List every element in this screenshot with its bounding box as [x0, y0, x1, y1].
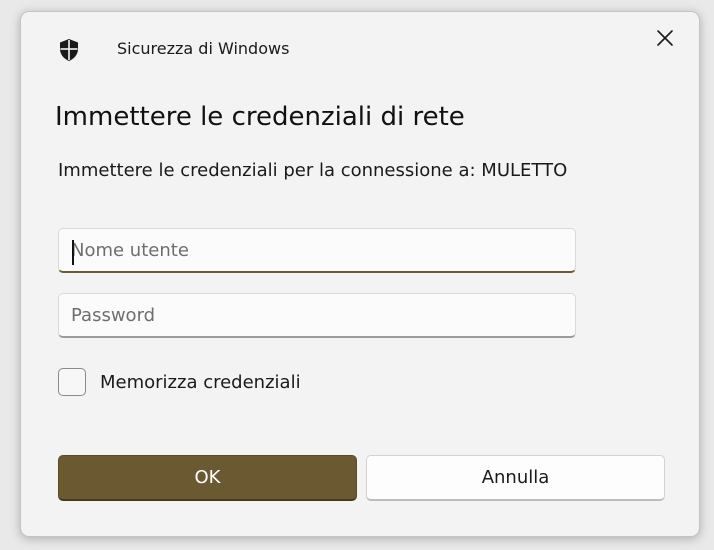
dialog-heading: Immettere le credenziali di rete — [55, 102, 465, 132]
ok-button[interactable]: OK — [58, 455, 357, 501]
username-field[interactable] — [58, 228, 576, 273]
app-title: Sicurezza di Windows — [117, 39, 290, 58]
password-input[interactable] — [71, 304, 575, 326]
shield-icon — [57, 38, 81, 62]
remember-credentials-row[interactable]: Memorizza credenziali — [58, 368, 301, 396]
remember-credentials-checkbox[interactable] — [58, 368, 86, 396]
credentials-dialog: Sicurezza di Windows Immettere le creden… — [20, 11, 700, 537]
password-field[interactable] — [58, 293, 576, 338]
username-input[interactable] — [71, 239, 575, 261]
text-caret — [72, 240, 74, 265]
cancel-button[interactable]: Annulla — [366, 455, 665, 501]
close-icon — [656, 29, 674, 51]
close-button[interactable] — [651, 26, 679, 54]
remember-credentials-label: Memorizza credenziali — [100, 371, 301, 393]
dialog-subtitle: Immettere le credenziali per la connessi… — [58, 160, 568, 181]
